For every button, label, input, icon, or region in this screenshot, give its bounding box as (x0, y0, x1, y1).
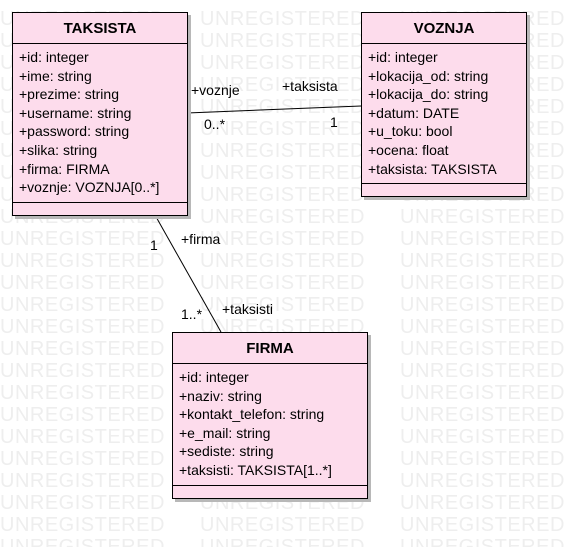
attribute: +lokacija_do: string (368, 86, 489, 103)
attribute: +taksista: TAKSISTA (368, 160, 497, 177)
class-taksista-name: TAKSISTA (13, 13, 187, 44)
class-taksista-operations (13, 203, 187, 215)
attribute: +kontakt_telefon: string (179, 406, 325, 423)
attribute: +username: string (19, 104, 132, 121)
attribute: +id: integer (368, 49, 438, 65)
class-firma-attributes: +id: integer +naziv: string +kontakt_tel… (173, 364, 367, 486)
attribute: +sediste: string (179, 443, 274, 460)
class-taksista-attributes: +id: integer +ime: string +prezime: stri… (13, 44, 187, 203)
role-label-taksisti: +taksisti (222, 301, 273, 317)
role-label-firma: +firma (181, 231, 221, 247)
attribute: +voznje: VOZNJA[0..*] (19, 179, 160, 196)
class-voznja-operations (362, 184, 526, 196)
association-taksista-voznja (186, 105, 362, 114)
attribute: +ime: string (19, 67, 92, 84)
class-firma-operations (173, 486, 367, 498)
role-label-taksista: +taksista (282, 78, 338, 94)
attribute: +taksisti: TAKSISTA[1..*] (179, 461, 332, 478)
attribute: +firma: FIRMA (19, 160, 110, 177)
class-voznja-name: VOZNJA (362, 13, 526, 44)
attribute: +ocena: float (368, 141, 449, 158)
attribute: +naziv: string (179, 387, 262, 404)
multiplicity-label-voznje: 0..* (204, 116, 226, 132)
attribute: +id: integer (19, 49, 89, 65)
class-firma-name: FIRMA (173, 333, 367, 364)
class-voznja[interactable]: VOZNJA +id: integer +lokacija_od: string… (361, 12, 527, 198)
attribute: +prezime: string (19, 86, 119, 103)
class-taksista[interactable]: TAKSISTA +id: integer +ime: string +prez… (12, 12, 188, 216)
attribute: +datum: DATE (368, 104, 460, 121)
role-label-voznje: +voznje (191, 82, 240, 98)
attribute: +id: integer (179, 369, 249, 385)
multiplicity-label-firma: 1 (150, 237, 158, 253)
class-voznja-attributes: +id: integer +lokacija_od: string +lokac… (362, 44, 526, 185)
attribute: +slika: string (19, 141, 98, 158)
multiplicity-label-taksista: 1 (330, 114, 338, 130)
multiplicity-label-taksisti: 1..* (181, 306, 203, 322)
attribute: +e_mail: string (179, 424, 271, 441)
attribute: +u_toku: bool (368, 123, 453, 140)
attribute: +password: string (19, 123, 130, 140)
attribute: +lokacija_od: string (368, 67, 489, 84)
class-firma[interactable]: FIRMA +id: integer +naziv: string +konta… (172, 332, 368, 499)
